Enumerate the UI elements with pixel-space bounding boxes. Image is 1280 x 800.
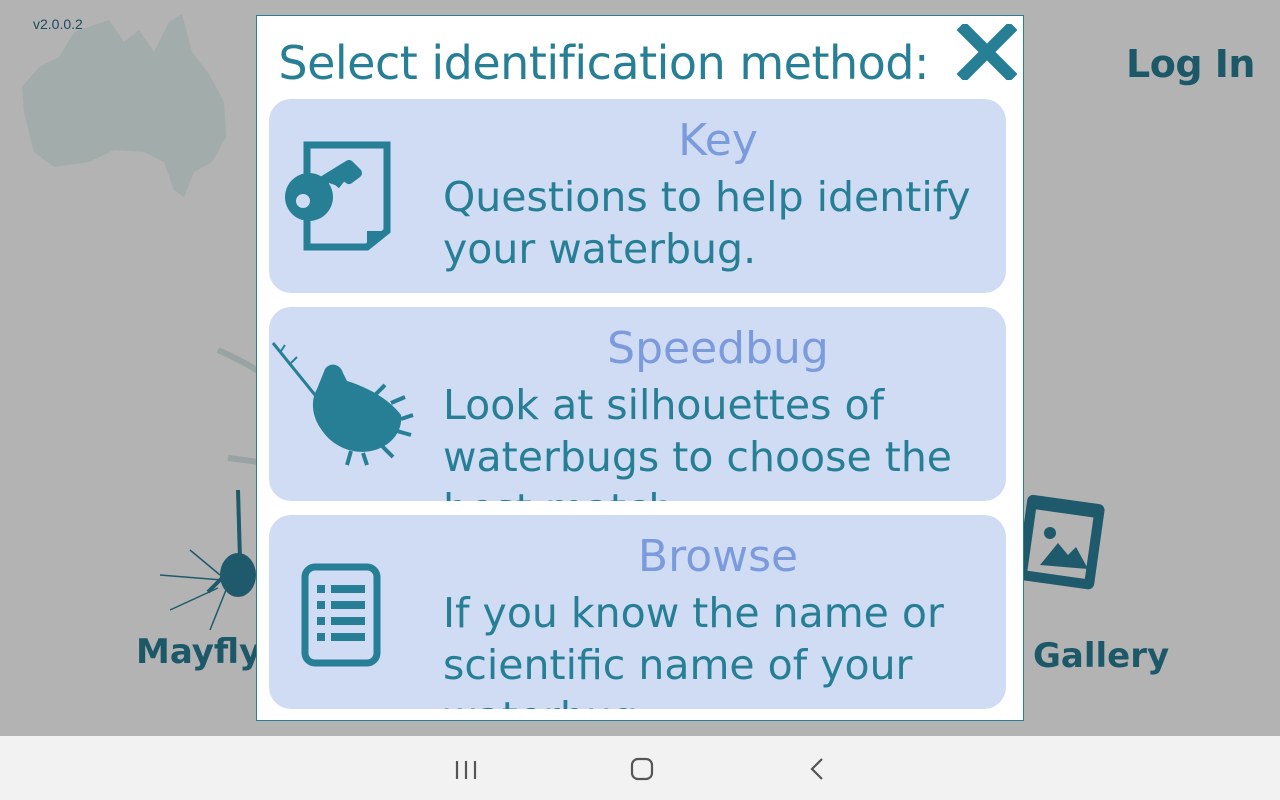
option-browse-title: Browse — [637, 531, 799, 582]
home-button[interactable] — [622, 752, 662, 786]
waterbug-silhouette-icon — [271, 342, 414, 466]
gallery-photos-icon — [1016, 494, 1105, 590]
identification-method-dialog: Select identification method: Key Questi… — [256, 15, 1024, 721]
dialog-title: Select identification method: — [278, 36, 929, 90]
key-document-icon — [285, 141, 391, 251]
close-x-icon — [956, 21, 1018, 83]
login-button[interactable]: Log In — [1126, 42, 1255, 86]
list-document-icon — [301, 563, 381, 667]
gallery-label[interactable]: Gallery — [1033, 636, 1169, 676]
back-chevron-icon — [810, 758, 823, 780]
back-button[interactable] — [798, 752, 838, 786]
home-icon — [630, 757, 654, 781]
option-browse-card[interactable]: Browse If you know the name or scientifi… — [269, 515, 1006, 709]
mayfly-label[interactable]: Mayfly — [136, 632, 261, 672]
recent-apps-button[interactable] — [446, 752, 486, 786]
australia-map-icon — [22, 14, 226, 197]
option-key-description: Questions to help identify your waterbug… — [443, 173, 971, 273]
close-button[interactable] — [956, 21, 1018, 83]
option-browse-description: If you know the name or scientific name … — [443, 589, 944, 709]
option-speedbug-title: Speedbug — [607, 323, 829, 374]
option-key-title: Key — [678, 115, 758, 166]
recent-apps-icon — [455, 761, 477, 779]
option-speedbug-card[interactable]: Speedbug Look at silhouettes of waterbug… — [269, 307, 1006, 501]
option-speedbug-description: Look at silhouettes of waterbugs to choo… — [443, 381, 953, 501]
system-navigation-bar — [0, 736, 1280, 800]
option-key-card[interactable]: Key Questions to help identify your wate… — [269, 99, 1006, 293]
